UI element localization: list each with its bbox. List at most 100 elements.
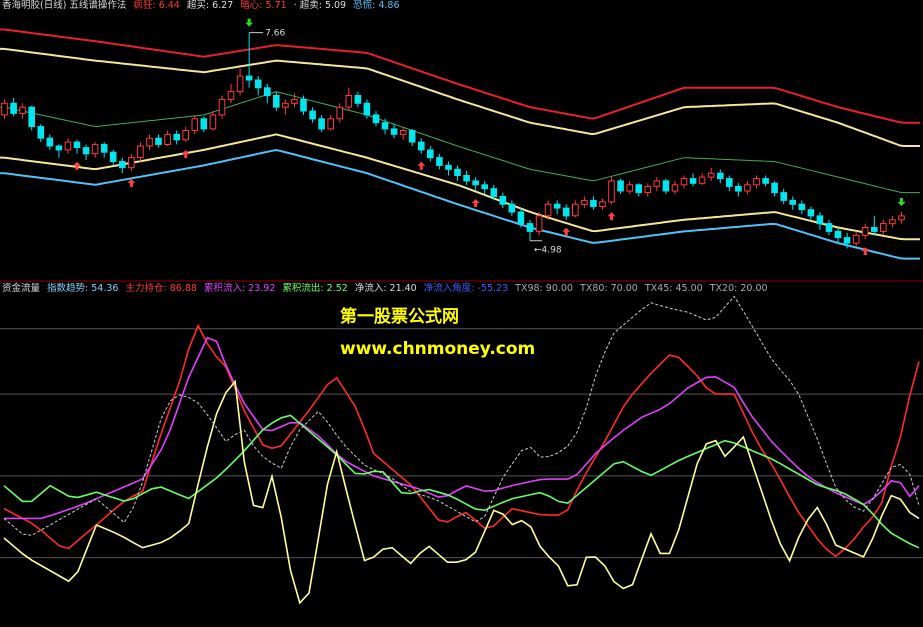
- candle-body: [517, 211, 525, 225]
- candle-body: [762, 178, 769, 184]
- candle-body: [581, 199, 588, 205]
- candle-body: [227, 91, 235, 100]
- candle-body: [91, 143, 99, 155]
- candle-body: [146, 137, 153, 147]
- candle-body: [300, 98, 307, 112]
- candle-body: [898, 215, 905, 221]
- legend-oversold: · 超卖: 5.09: [293, 0, 347, 11]
- candle-body: [245, 75, 253, 81]
- candle-body: [526, 223, 534, 232]
- candle-body: [544, 203, 552, 217]
- candle-body: [717, 172, 724, 180]
- candle-body: [408, 130, 416, 143]
- candle-body: [852, 234, 860, 244]
- candle-body: [880, 223, 887, 232]
- candle-body: [445, 164, 452, 170]
- candle-body: [689, 178, 697, 184]
- watermark-url: www.chnmoney.com: [340, 339, 536, 359]
- candle-body: [200, 118, 208, 130]
- candle-body: [463, 175, 470, 182]
- candle-body: [418, 141, 425, 151]
- candle-body: [671, 184, 679, 192]
- candle-body: [608, 180, 615, 203]
- candle-body: [562, 207, 570, 217]
- candle-body: [590, 199, 597, 208]
- indicator-panel-header: 资金流量 指数趋势: 54.36 主力持仓: 86.88 累积流入: 23.92…: [2, 283, 772, 295]
- candle-body: [780, 192, 788, 201]
- candle-body: [653, 180, 661, 187]
- legend-crazy: 疯狂: 6.44: [133, 0, 180, 11]
- band-crazy-line: [0, 28, 920, 124]
- candle-body: [390, 128, 398, 135]
- candle-body: [209, 114, 217, 130]
- high-price-label: 7.66: [265, 29, 285, 39]
- candle-body: [309, 110, 316, 120]
- candle-body: [46, 137, 54, 147]
- candle-body: [508, 203, 516, 213]
- candle-body: [327, 118, 334, 130]
- candle-body: [753, 178, 760, 186]
- legend-cum-outflow: 累积流出: 2.52: [282, 283, 348, 294]
- candle-body: [535, 215, 543, 232]
- legend-net-inflow-angle: 净流入角度: -55.23: [423, 283, 509, 294]
- watermark-title: 第一股票公式网: [340, 307, 459, 327]
- candle-body: [635, 184, 643, 194]
- legend-panic: 恐慌: 4.86: [353, 0, 400, 11]
- buy-arrow-icon: [181, 150, 190, 159]
- candle-body: [37, 126, 45, 139]
- candle-body: [318, 118, 325, 130]
- candle-body: [825, 223, 833, 232]
- legend-tx20: TX20: 20.00: [709, 283, 768, 294]
- candle-body: [707, 172, 715, 178]
- sell-arrow-icon: [245, 18, 254, 27]
- buy-arrow-icon: [562, 227, 571, 236]
- candle-body: [726, 178, 733, 187]
- candle-body: [644, 185, 652, 194]
- band-panic-line: [0, 148, 920, 260]
- candle-body: [191, 118, 199, 131]
- candle-body: [436, 157, 443, 166]
- candle-body: [10, 102, 17, 114]
- candle-body: [572, 203, 579, 217]
- buy-arrow-icon: [471, 199, 480, 208]
- buy-arrow-icon: [417, 161, 426, 170]
- candle-body: [182, 130, 189, 141]
- candle-body: [626, 184, 634, 192]
- buy-arrow-icon: [127, 178, 136, 187]
- candle-body: [798, 203, 806, 211]
- candle-body: [282, 102, 289, 108]
- legend-tx45: TX45: 45.00: [644, 283, 703, 294]
- candle-body: [553, 203, 561, 209]
- price-panel-header: 香海明胶(日线) 五线谱操作法 疯狂: 6.44 超买: 6.27 暗心: 5.…: [2, 0, 404, 12]
- candle-body: [789, 199, 797, 205]
- legend-main-holding: 主力持仓: 86.88: [125, 283, 197, 294]
- candle-body: [399, 130, 407, 135]
- legend-center: 暗心: 5.71: [240, 0, 287, 11]
- chart-root: 7.66 ←4.98 香海明胶(日线) 五线谱操作法 疯狂: 6.44 超买: 6…: [0, 0, 923, 627]
- candle-body: [816, 215, 824, 225]
- legend-overbought: 超买: 6.27: [186, 0, 234, 11]
- candle-body: [843, 237, 851, 244]
- candle-body: [273, 95, 280, 108]
- candle-body: [499, 196, 507, 205]
- candle-body: [354, 95, 362, 104]
- legend-index-trend: 指数趋势: 54.36: [47, 283, 119, 294]
- candle-body: [218, 98, 226, 116]
- candle-body: [481, 184, 488, 190]
- candle-body: [155, 137, 162, 145]
- candle-body: [137, 145, 144, 159]
- candle-body: [264, 87, 271, 97]
- candle-body: [599, 201, 606, 208]
- buy-arrow-icon: [607, 212, 616, 221]
- candle-body: [164, 133, 171, 145]
- candle-body: [236, 75, 244, 93]
- candle-body: [64, 141, 72, 151]
- candle-body: [680, 178, 688, 186]
- sell-arrow-icon: [897, 198, 906, 206]
- legend-net-inflow: 净流入: 21.40: [354, 283, 417, 294]
- candle-body: [771, 182, 778, 194]
- candle-body: [454, 168, 461, 177]
- main-holding-line: [3, 323, 920, 558]
- candle-body: [291, 98, 298, 104]
- indicator-panel-title: 资金流量: [2, 283, 41, 294]
